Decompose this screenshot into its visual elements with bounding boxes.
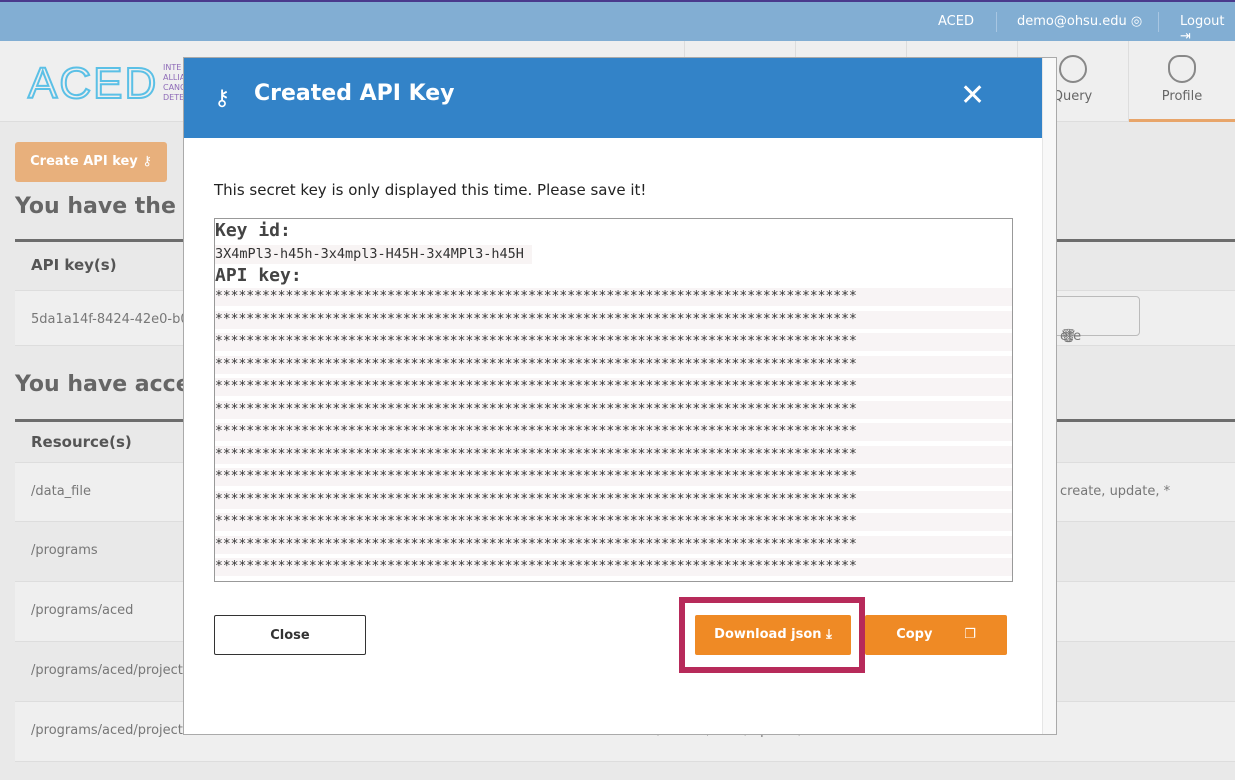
- api-key-line: ****************************************…: [215, 355, 1012, 374]
- aced-logo[interactable]: ACED: [27, 58, 158, 109]
- button-label: Create API key: [30, 154, 138, 169]
- divider: [996, 12, 997, 32]
- user-link[interactable]: demo@ohsu.edu ◎: [1017, 14, 1142, 29]
- close-button[interactable]: Close: [214, 615, 366, 655]
- tab-profile[interactable]: Profile: [1129, 41, 1235, 122]
- api-key-line: ****************************************…: [215, 535, 1012, 554]
- brand-link[interactable]: ACED: [938, 14, 974, 29]
- api-key-line: ****************************************…: [215, 310, 1012, 329]
- shield-user-icon: [1168, 55, 1196, 83]
- created-api-key-modal: ⚷ Created API Key ✕ This secret key is o…: [183, 57, 1057, 735]
- api-key-label: API key:: [215, 265, 302, 286]
- clipboard-icon: ❐: [964, 627, 976, 642]
- query-magnifier-icon: [1058, 55, 1087, 83]
- key-id-label: Key id:: [215, 220, 291, 241]
- logout-link[interactable]: Logout ⇥: [1180, 14, 1235, 44]
- api-key-line: ****************************************…: [215, 400, 1012, 419]
- delete-key-button[interactable]: ete 🗑: [1045, 296, 1140, 344]
- tab-label: Query: [1052, 89, 1093, 104]
- api-key-line: ****************************************…: [215, 378, 1012, 396]
- modal-title: Created API Key: [254, 81, 455, 106]
- key-display: Key id: 3X4mPl3-h45h-3x4mpl3-H45H-3x4MPl…: [214, 218, 1013, 582]
- api-key-line: ****************************************…: [215, 333, 1012, 351]
- api-key-line: ****************************************…: [215, 288, 1012, 306]
- resource-permissions: s, create, update, *: [1045, 484, 1171, 499]
- key-icon: ⚷: [142, 154, 152, 169]
- close-icon[interactable]: ✕: [960, 78, 985, 113]
- resource-path: /data_file: [31, 484, 91, 499]
- resources-column-header: Resource(s): [31, 433, 132, 451]
- copy-button[interactable]: Copy ❐: [865, 615, 1007, 655]
- logout-label: Logout: [1180, 14, 1225, 29]
- key-id-value: 3X4mPl3-h45h-3x4mpl3-H45H-3x4MPl3-h45H: [215, 245, 532, 264]
- api-key-line: ****************************************…: [215, 580, 1012, 581]
- key-icon: ⚷: [214, 86, 231, 111]
- resource-path: /programs/aced: [31, 603, 134, 618]
- create-api-key-button[interactable]: Create API key ⚷: [15, 142, 167, 182]
- user-email: demo@ohsu.edu: [1017, 14, 1127, 29]
- api-key-line: ****************************************…: [215, 423, 1012, 441]
- api-key-line: ****************************************…: [215, 558, 1012, 576]
- highlight-box: [679, 597, 865, 673]
- resource-path: /programs/aced/projects: [31, 663, 190, 678]
- resource-path: /programs: [31, 543, 98, 558]
- button-label: Copy: [896, 627, 933, 642]
- modal-header: ⚷ Created API Key ✕: [184, 58, 1042, 138]
- divider: [1158, 12, 1159, 32]
- api-key-value: ****************************************…: [215, 288, 1012, 581]
- modal-scrollbar[interactable]: [1042, 58, 1056, 734]
- api-key-line: ****************************************…: [215, 513, 1012, 531]
- trash-icon: 🗑: [1060, 329, 1077, 344]
- api-key-line: ****************************************…: [215, 468, 1012, 486]
- keys-heading: You have the fo: [15, 194, 209, 219]
- api-key-line: ****************************************…: [215, 490, 1012, 509]
- user-icon: ◎: [1130, 14, 1143, 29]
- top-bar: ACED demo@ohsu.edu ◎ Logout ⇥: [0, 0, 1235, 44]
- keys-column-header: API key(s): [31, 256, 117, 274]
- api-key-line: ****************************************…: [215, 445, 1012, 464]
- api-key-id: 5da1a14f-8424-42e0-b07: [31, 312, 197, 327]
- modal-message: This secret key is only displayed this t…: [214, 181, 647, 199]
- tab-label: Profile: [1161, 89, 1203, 104]
